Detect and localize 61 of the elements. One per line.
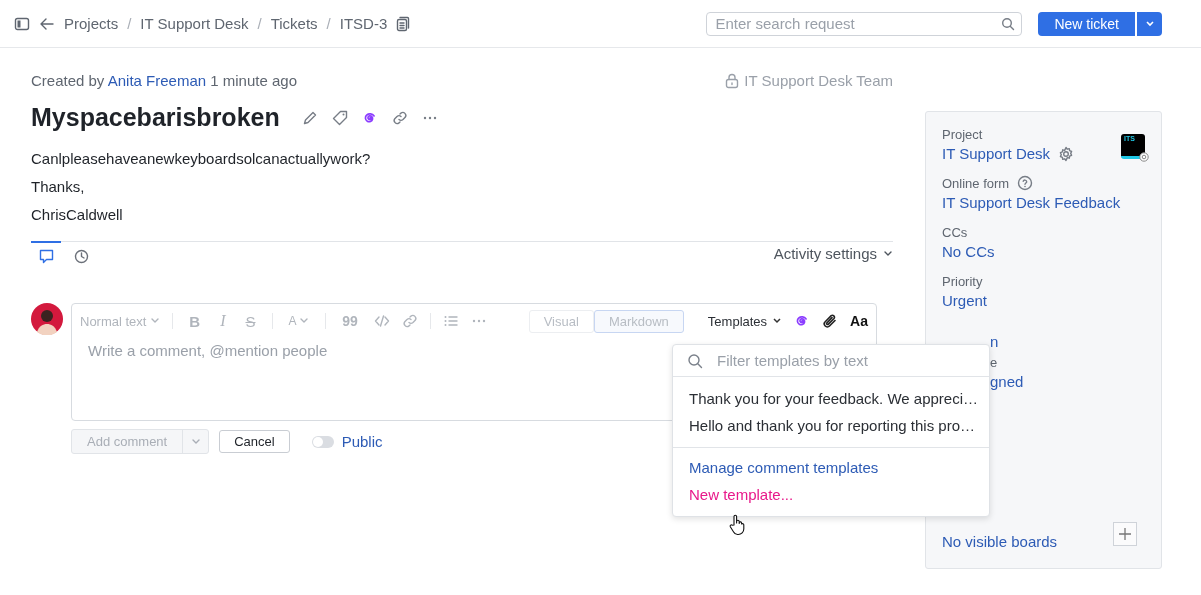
link-icon[interactable] (391, 109, 408, 126)
field-value-link[interactable]: n (990, 333, 999, 350)
chevron-down-icon (1144, 19, 1155, 28)
add-board-button[interactable] (1113, 522, 1137, 546)
description-text: Canlpleasehaveanewkeyboardsolcanactuallywork? (31, 150, 372, 167)
tag-icon[interactable] (331, 109, 348, 126)
filter-field[interactable]: Filter templates by text (673, 345, 989, 376)
field-label: Online form (942, 175, 1010, 191)
plus-icon (1118, 527, 1132, 541)
activity-settings-button[interactable]: Activity settings (773, 242, 893, 262)
search-icon (687, 353, 703, 369)
field-label: e (990, 354, 998, 370)
field-value-link[interactable]: IT Support Desk (942, 145, 1051, 162)
breadcrumb-separator: / (257, 15, 262, 32)
sidebar-toggle-icon[interactable] (14, 15, 30, 32)
templates-dropdown[interactable]: Templates (707, 313, 783, 329)
boards-link[interactable]: No visible boards (942, 533, 1058, 550)
lock-icon (725, 72, 740, 89)
cancel-button[interactable]: Cancel (219, 430, 290, 453)
field-value-link[interactable]: IT Support Desk Feedback (942, 194, 1121, 211)
help-icon[interactable] (1017, 175, 1034, 191)
field-label: Project (942, 126, 983, 142)
copy-icon[interactable] (396, 15, 411, 32)
font-size-button[interactable]: Aa (850, 313, 868, 329)
menu-link[interactable]: New template... (673, 481, 810, 508)
chevron-down-icon (150, 317, 161, 325)
field-value-link[interactable]: No CCs (942, 243, 995, 260)
pencil-icon[interactable] (301, 109, 318, 126)
new-ticket-button[interactable]: New ticket (1038, 11, 1135, 36)
breadcrumb-link[interactable]: Tickets (270, 15, 318, 32)
field-label: CCs (942, 224, 968, 240)
visibility-label: IT Support Desk Team (744, 72, 893, 89)
breadcrumb-separator: / (326, 15, 331, 32)
created-by-text: Created by Anita Freeman 1 minute ago (31, 72, 297, 89)
public-label: Public (341, 433, 383, 450)
public-switch[interactable] (311, 435, 334, 448)
chevron-down-icon (772, 317, 783, 325)
search-icon (1001, 16, 1016, 31)
field-value-link[interactable]: Urgent (942, 292, 988, 309)
breadcrumb-separator: / (127, 15, 132, 32)
ticket-title: Myspacebarisbroken (31, 103, 280, 132)
gear-icon[interactable] (1058, 145, 1075, 162)
field-value-link[interactable]: gned (990, 373, 1024, 390)
dropdown-button[interactable] (1137, 11, 1162, 36)
paperclip-icon[interactable] (822, 313, 839, 329)
menu-link[interactable]: Manage comment templates (673, 454, 895, 481)
field-label: Priority (942, 273, 983, 289)
chevron-down-icon (190, 437, 201, 446)
description-text: ChrisCaldwell (31, 206, 124, 223)
breadcrumb-link[interactable]: Projects (64, 15, 119, 32)
breadcrumb-link[interactable]: ITSD-3 (339, 15, 388, 32)
search-field[interactable]: Enter search request (706, 11, 1023, 36)
history-tab-icon[interactable] (72, 248, 90, 265)
breadcrumb-link[interactable]: IT Support Desk (140, 15, 249, 32)
avatar (31, 303, 63, 335)
author-link[interactable]: Anita Freeman (107, 72, 207, 89)
comments-tab-icon[interactable] (37, 248, 55, 265)
description-text: Thanks, (31, 178, 86, 195)
gear-icon (1139, 152, 1149, 162)
chevron-down-icon (299, 317, 310, 325)
chevron-down-icon (883, 249, 893, 258)
